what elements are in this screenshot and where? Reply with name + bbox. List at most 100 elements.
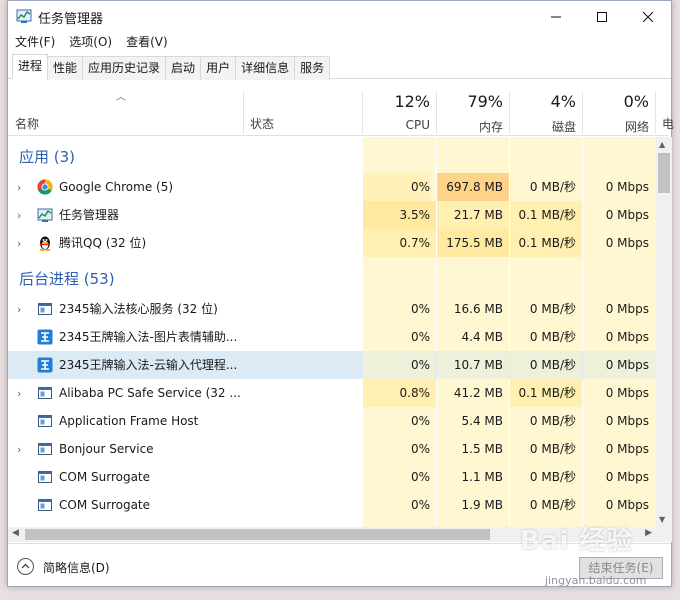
- network-value: 0 Mbps: [605, 386, 649, 400]
- column-divider[interactable]: [243, 92, 244, 134]
- vertical-scrollbar[interactable]: ▲ ▼: [656, 137, 672, 527]
- network-value: 0 Mbps: [605, 236, 649, 250]
- cpu-value: 0.7%: [363, 229, 436, 257]
- cpu-value: 0%: [410, 302, 430, 316]
- group-header-apps[interactable]: 应用 (3): [8, 143, 656, 171]
- column-header: ︿ 名称 状态 12% CPU 79% 内存 4% 磁盘 0% 网络 电: [8, 80, 674, 136]
- cpu-total-pct: 12%: [394, 92, 430, 111]
- ime-blue-icon: [37, 329, 53, 345]
- memory-value: 1.1 MB: [461, 470, 503, 484]
- vertical-scroll-thumb[interactable]: [658, 153, 670, 193]
- cpu-value: 0%: [410, 442, 430, 456]
- disk-value: 0.1 MB/秒: [510, 229, 582, 257]
- memory-value: 4.4 MB: [461, 330, 503, 344]
- fewer-details-label[interactable]: 简略信息(D): [43, 559, 110, 576]
- process-row[interactable]: › 任务管理器 3.5% 21.7 MB 0.1 MB/秒 0 Mbps: [8, 201, 656, 229]
- horizontal-scroll-thumb[interactable]: [25, 529, 490, 540]
- end-task-button[interactable]: 结束任务(E): [579, 557, 663, 579]
- scroll-down-icon[interactable]: ▼: [659, 515, 665, 524]
- task-manager-window: 任务管理器 文件(F) 选项(O) 查看(V) 进程 性能 应用历史记录 启动 …: [7, 0, 674, 588]
- disk-value: 0 MB/秒: [529, 414, 576, 428]
- cpu-value: 0%: [410, 470, 430, 484]
- cpu-value: 0%: [410, 498, 430, 512]
- memory-label: 内存: [478, 120, 503, 134]
- process-row[interactable]: › 2345输入法核心服务 (32 位) 0% 16.6 MB 0 MB/秒 0…: [8, 295, 656, 323]
- menu-view[interactable]: 查看(V): [119, 32, 175, 52]
- memory-value: 1.5 MB: [461, 442, 503, 456]
- network-value: 0 Mbps: [605, 330, 649, 344]
- tab-services[interactable]: 服务: [294, 56, 331, 80]
- group-title: 后台进程 (53): [19, 270, 115, 288]
- network-value: 0 Mbps: [605, 208, 649, 222]
- column-divider[interactable]: [582, 92, 583, 134]
- network-value: 0 Mbps: [605, 470, 649, 484]
- tab-users[interactable]: 用户: [200, 56, 237, 80]
- chevron-right-icon[interactable]: ›: [17, 181, 21, 194]
- chevron-right-icon[interactable]: ›: [17, 387, 21, 400]
- disk-value: 0 MB/秒: [529, 180, 576, 194]
- tab-processes[interactable]: 进程: [12, 54, 49, 79]
- scroll-up-icon[interactable]: ▲: [659, 140, 665, 149]
- qq-penguin-icon: [39, 236, 51, 251]
- chevron-right-icon[interactable]: ›: [17, 443, 21, 456]
- process-row[interactable]: › Alibaba PC Safe Service (32 ... 0.8% 4…: [8, 379, 656, 407]
- network-value: 0 Mbps: [605, 302, 649, 316]
- disk-total-pct: 4%: [550, 92, 576, 111]
- column-cpu[interactable]: 12% CPU: [363, 92, 430, 132]
- cpu-value: 0%: [363, 173, 430, 201]
- close-button[interactable]: [625, 1, 671, 32]
- process-row[interactable]: Application Frame Host 0% 5.4 MB 0 MB/秒 …: [8, 407, 656, 435]
- chevron-right-icon[interactable]: ›: [17, 303, 21, 316]
- scroll-left-icon[interactable]: ◀: [12, 528, 19, 538]
- fewer-details-button[interactable]: [17, 558, 34, 575]
- disk-value: 0 MB/秒: [529, 302, 576, 316]
- memory-value: 1.9 MB: [461, 498, 503, 512]
- tab-app-history[interactable]: 应用历史记录: [82, 56, 167, 80]
- scroll-right-icon[interactable]: ▶: [645, 528, 652, 538]
- process-name: Application Frame Host: [59, 414, 199, 428]
- process-row[interactable]: COM Surrogate 0% 1.9 MB 0 MB/秒 0 Mbps: [8, 491, 656, 519]
- column-divider[interactable]: [655, 92, 656, 134]
- column-disk[interactable]: 4% 磁盘: [511, 92, 576, 135]
- memory-value: 175.5 MB: [437, 229, 509, 257]
- column-divider[interactable]: [436, 92, 437, 134]
- title-bar[interactable]: 任务管理器: [8, 1, 671, 32]
- memory-value: 41.2 MB: [453, 386, 503, 400]
- maximize-button[interactable]: [579, 1, 625, 32]
- group-header-background[interactable]: 后台进程 (53): [8, 265, 656, 293]
- tab-startup[interactable]: 启动: [165, 56, 202, 80]
- column-name[interactable]: 名称: [15, 115, 39, 132]
- network-value: 0 Mbps: [605, 180, 649, 194]
- close-icon: [643, 11, 653, 22]
- process-row[interactable]: › Google Chrome (5) 0% 697.8 MB 0 MB/秒 0…: [8, 173, 656, 201]
- column-status[interactable]: 状态: [250, 115, 274, 132]
- column-divider[interactable]: [509, 92, 510, 134]
- minimize-button[interactable]: [533, 1, 579, 32]
- chevron-right-icon[interactable]: ›: [17, 237, 21, 250]
- process-row[interactable]: 2345王牌输入法-图片表情辅助... 0% 4.4 MB 0 MB/秒 0 M…: [8, 323, 656, 351]
- process-row-hovered[interactable]: 2345王牌输入法-云输入代理程... 0% 10.7 MB 0 MB/秒 0 …: [8, 351, 656, 379]
- process-name: 任务管理器: [59, 208, 120, 222]
- chevron-right-icon[interactable]: ›: [17, 209, 21, 222]
- menu-options[interactable]: 选项(O): [62, 32, 119, 52]
- tab-details[interactable]: 详细信息: [235, 56, 296, 80]
- column-memory[interactable]: 79% 内存: [438, 92, 503, 135]
- process-name: 2345输入法核心服务 (32 位): [59, 302, 218, 316]
- chrome-icon: [37, 179, 53, 195]
- horizontal-scrollbar[interactable]: ◀ ▶: [8, 527, 656, 542]
- process-name: COM Surrogate: [59, 470, 151, 484]
- column-power[interactable]: 电: [662, 115, 674, 132]
- process-row[interactable]: › 腾讯QQ (32 位) 0.7% 175.5 MB 0.1 MB/秒 0 M…: [8, 229, 656, 257]
- footer-bar: 简略信息(D) 结束任务(E): [8, 543, 671, 588]
- column-network[interactable]: 0% 网络: [584, 92, 649, 135]
- process-row[interactable]: COM Surrogate 0% 1.1 MB 0 MB/秒 0 Mbps: [8, 463, 656, 491]
- cpu-value: 3.5%: [363, 201, 436, 229]
- menu-file[interactable]: 文件(F): [8, 32, 62, 52]
- process-name: 腾讯QQ (32 位): [59, 236, 147, 250]
- minimize-icon: [551, 16, 561, 17]
- disk-value: 0 MB/秒: [529, 442, 576, 456]
- tab-performance[interactable]: 性能: [47, 56, 84, 80]
- process-row[interactable]: › Bonjour Service 0% 1.5 MB 0 MB/秒 0 Mbp…: [8, 435, 656, 463]
- disk-label: 磁盘: [551, 120, 576, 134]
- memory-value: 5.4 MB: [461, 414, 503, 428]
